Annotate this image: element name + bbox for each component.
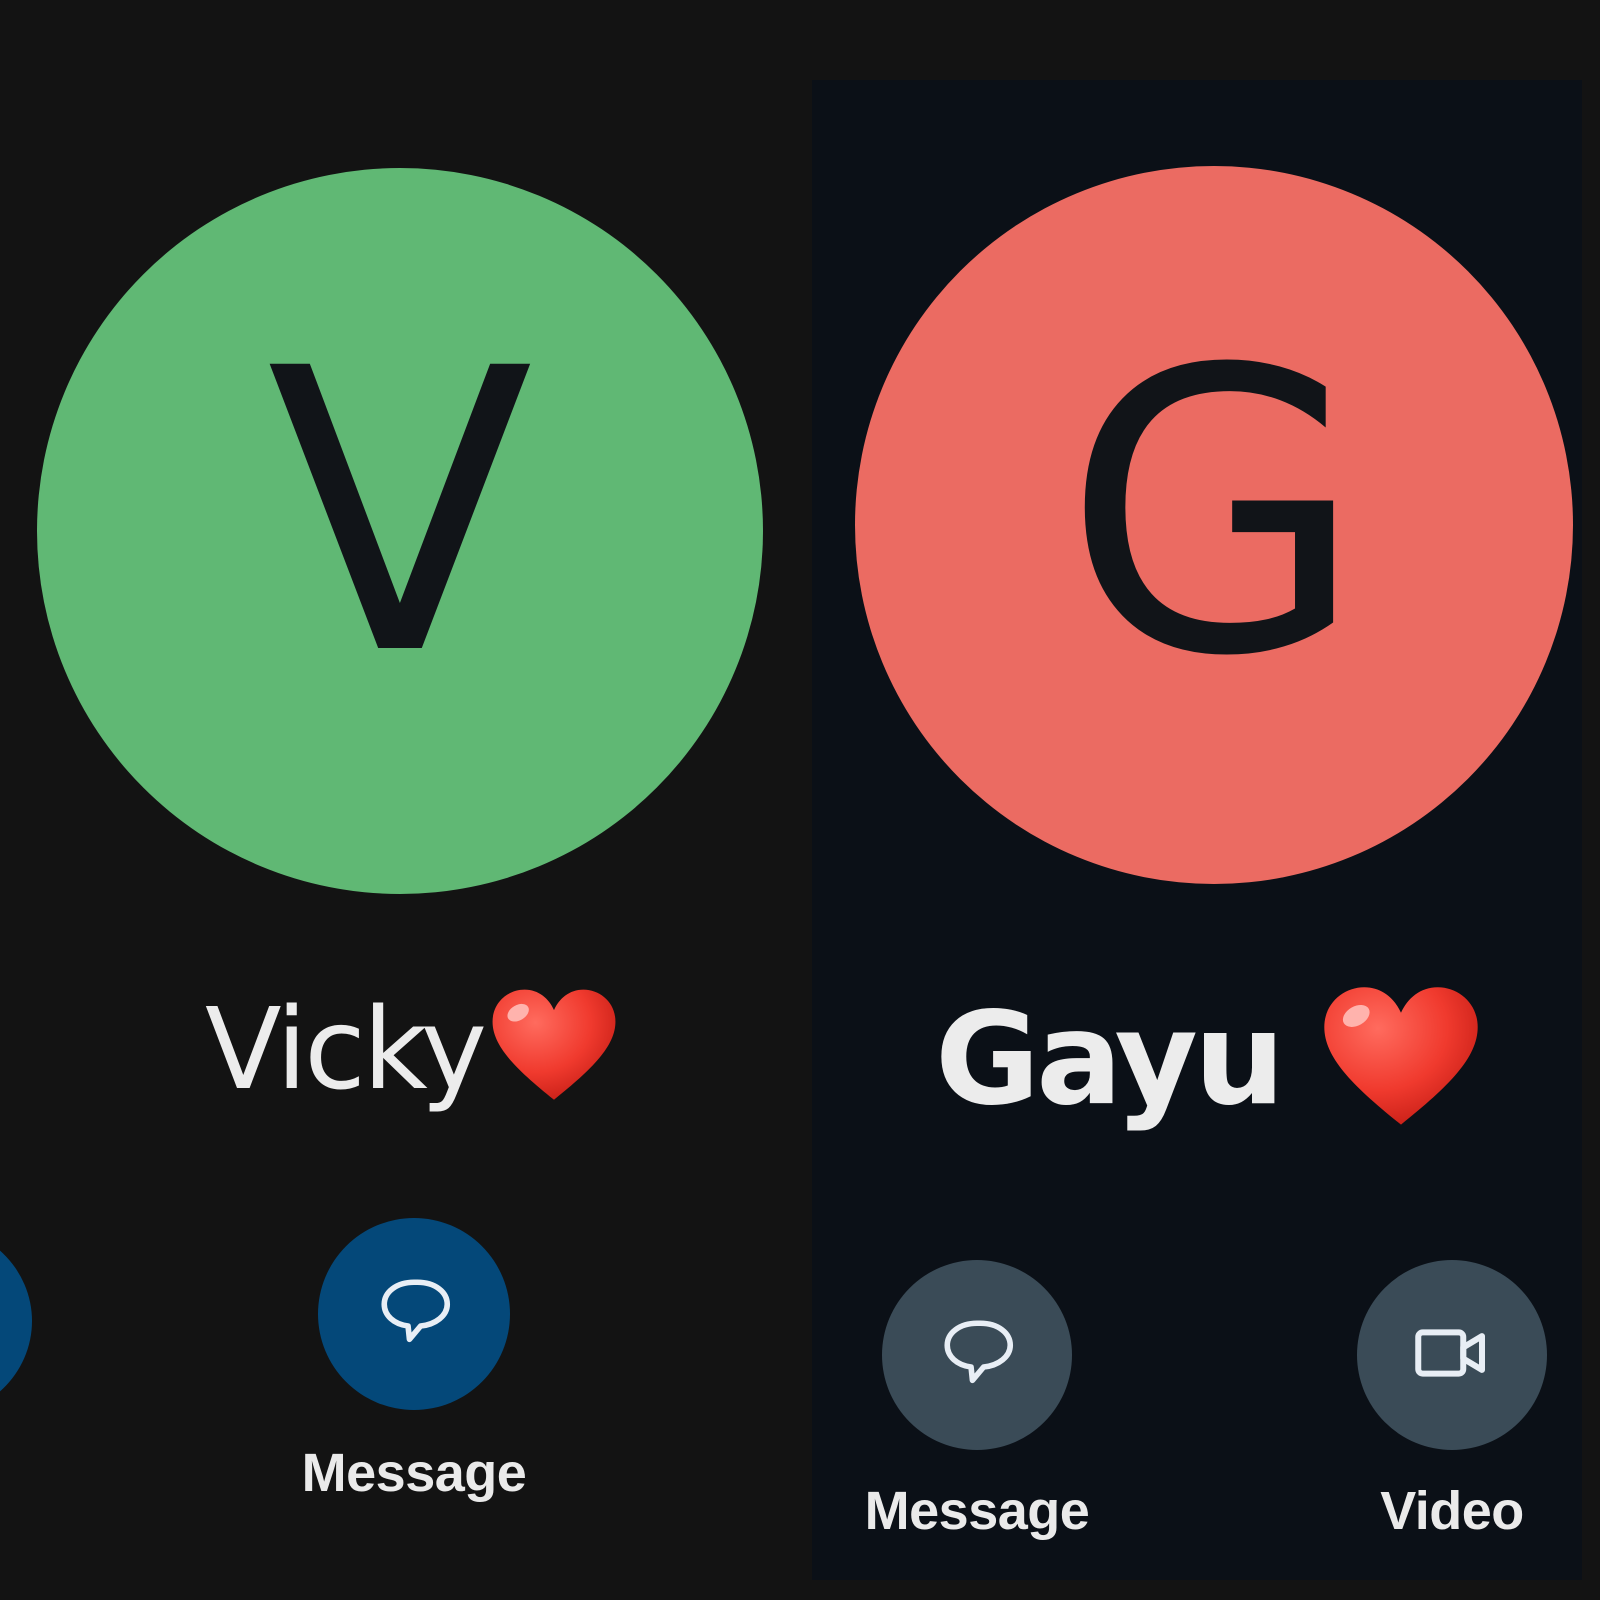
message-bubble-icon — [935, 1311, 1019, 1399]
red-heart-icon — [490, 987, 618, 1105]
message-label-gayu: Message — [864, 1481, 1090, 1541]
contact-name-gayu: Gayu — [935, 985, 1481, 1134]
video-label-gayu: Video — [1380, 1481, 1524, 1541]
message-button-vicky[interactable] — [318, 1218, 510, 1410]
contact-name-text: Vicky — [205, 985, 487, 1115]
avatar-initial: V — [266, 286, 534, 740]
contact-avatar-gayu: G — [855, 166, 1573, 884]
contact-comparison-screen: V Vicky Message G Gayu Message Video — [0, 0, 1600, 1600]
red-heart-icon — [1321, 984, 1481, 1131]
contact-name-text: Gayu — [935, 985, 1285, 1134]
avatar-initial: G — [1062, 287, 1366, 741]
partial-action-button[interactable] — [0, 1225, 32, 1417]
contact-avatar-vicky: V — [37, 168, 763, 894]
message-bubble-icon — [372, 1270, 456, 1358]
message-label-vicky: Message — [301, 1443, 527, 1503]
message-button-gayu[interactable] — [882, 1260, 1072, 1450]
video-camera-icon — [1407, 1308, 1497, 1402]
contact-name-vicky: Vicky — [205, 985, 618, 1115]
video-button-gayu[interactable] — [1357, 1260, 1547, 1450]
